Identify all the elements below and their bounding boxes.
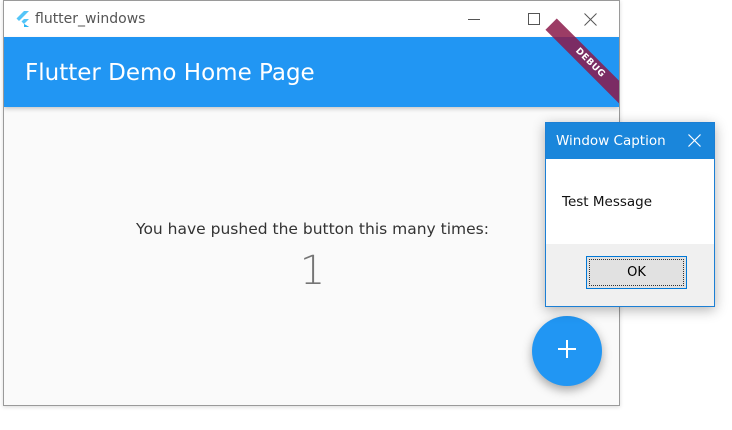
dialog-title: Window Caption (556, 133, 666, 149)
dialog-footer: OK (546, 244, 714, 306)
window-close-button[interactable] (567, 1, 613, 37)
home-body: You have pushed the button this many tim… (4, 107, 619, 405)
minimize-button[interactable] (451, 1, 497, 37)
message-box: Window Caption Test Message OK (545, 122, 715, 307)
flutter-logo-icon (14, 10, 32, 28)
dialog-close-button[interactable] (674, 123, 714, 159)
window-title: flutter_windows (35, 11, 146, 27)
flutter-window: flutter_windows Flutter Demo Home Page D… (3, 0, 620, 406)
window-titlebar[interactable]: flutter_windows (4, 1, 619, 37)
close-icon (687, 132, 701, 151)
dialog-message: Test Message (562, 194, 653, 210)
dialog-titlebar[interactable]: Window Caption (546, 123, 714, 159)
app-bar: Flutter Demo Home Page DEBUG (4, 18, 619, 108)
ok-button[interactable]: OK (586, 256, 687, 289)
counter-label: You have pushed the button this many tim… (136, 220, 489, 238)
maximize-icon (528, 13, 540, 25)
close-icon (583, 12, 597, 26)
minimize-icon (468, 13, 480, 25)
page-title: Flutter Demo Home Page (25, 60, 315, 86)
increment-button[interactable] (532, 316, 602, 386)
plus-icon (557, 339, 577, 363)
counter-value: 1 (299, 248, 326, 294)
